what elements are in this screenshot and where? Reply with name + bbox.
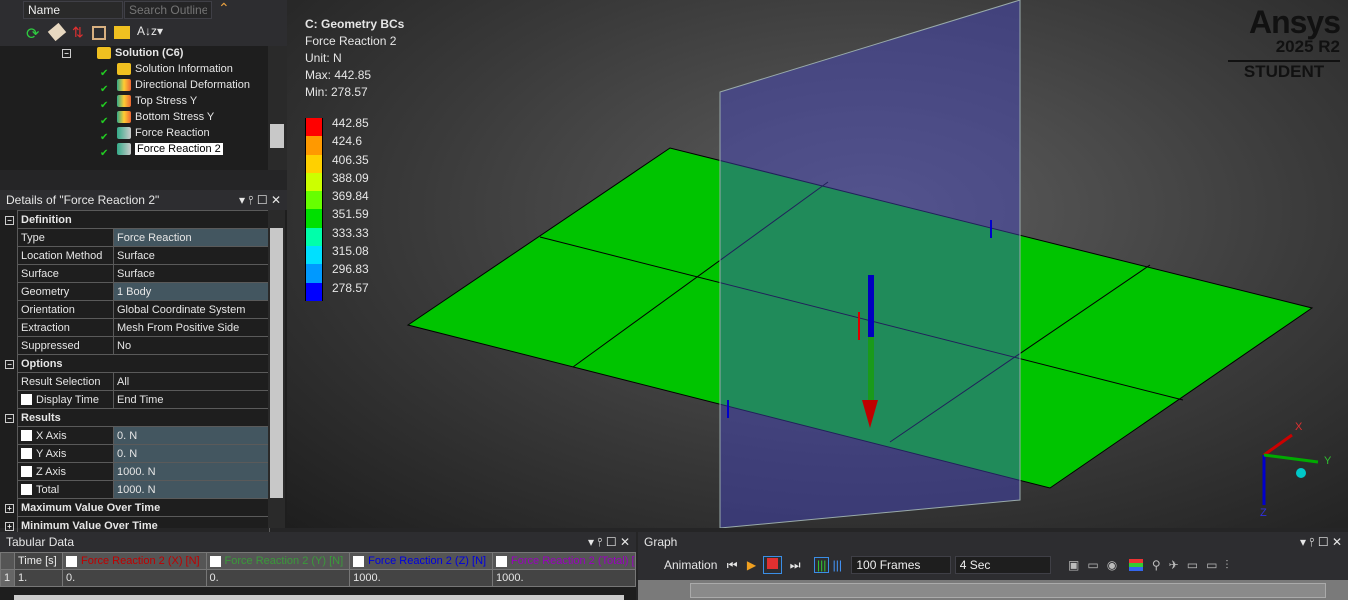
reaction-z-arrow [868, 275, 874, 337]
distributed-frames-icon[interactable]: ||| [813, 557, 830, 573]
export-video-icons[interactable]: ▣▭◉ [1068, 558, 1125, 572]
probe-icon [117, 127, 131, 140]
tree-item[interactable]: Force Reaction [117, 127, 210, 143]
tree-item[interactable]: Solution Information [117, 63, 233, 79]
outline-toolbar: ⟳ ⇅ A↓z▾ [0, 22, 287, 46]
triad-z-label: Z [1260, 507, 1267, 519]
axis-triad [1262, 433, 1319, 505]
tabular-data-panel: Tabular Data ▾ ⫯ ☐ ✕ Time [s] Force React… [0, 532, 636, 600]
outline-search-bar: Name ⌃ [0, 0, 287, 22]
panel-controls-icon[interactable]: ▾ ⫯ ☐ ✕ [1300, 535, 1342, 549]
tree-item-solution[interactable]: − Solution (C6) [62, 47, 183, 63]
outline-panel: Name ⌃ ⟳ ⇅ A↓z▾ −Solution (C6) Solution … [0, 0, 287, 170]
details-table: − Definition Type Force Reaction Location … [2, 210, 270, 535]
details-panel: Details of "Force Reaction 2" ▾ ⫯ ☐ ✕ − De… [0, 190, 287, 535]
tree-item[interactable]: Directional Deformation [117, 79, 250, 95]
next-frame-icon[interactable]: ⏭ [790, 558, 801, 573]
tree-item-selected[interactable]: Force Reaction 2 [117, 143, 223, 159]
tree-item[interactable]: Bottom Stress Y [117, 111, 214, 127]
reaction-y-arrow [868, 337, 874, 401]
animation-toolbar: Animation ⏮ ▶ ⏭ ||| ||| 100 Frames 4 Sec… [638, 552, 1348, 580]
folder-icon[interactable] [114, 26, 130, 39]
play-icon[interactable]: ▶ [747, 558, 756, 572]
outline-scrollbar[interactable] [268, 46, 287, 170]
tabular-table: Time [s] Force Reaction 2 (X) [N] Force … [0, 552, 636, 587]
result-frames-icon[interactable]: ||| [833, 558, 842, 572]
sort-icon[interactable]: ⇅ [72, 24, 84, 41]
table-row: 1 1. 0. 0. 1000. 1000. [0, 569, 636, 587]
triad-y-label: Y [1324, 455, 1332, 467]
tree-item[interactable]: Top Stress Y [117, 95, 197, 111]
result-icon [117, 111, 131, 124]
panel-controls-icon[interactable]: ▾ ⫯ ☐ ✕ [588, 535, 630, 549]
triad-x-label: X [1295, 421, 1303, 433]
info-icon [117, 63, 131, 76]
result-icon [117, 95, 131, 108]
eraser-icon[interactable] [47, 22, 67, 42]
duration-select[interactable]: 4 Sec [954, 556, 1051, 574]
search-outline-input[interactable] [124, 1, 212, 19]
refresh-icon[interactable]: ⟳ [26, 24, 39, 44]
solution-folder-icon [97, 47, 111, 60]
z-axis-checkbox[interactable] [21, 466, 32, 478]
status-check-icons: ✔ ✔ ✔ ✔ ✔ ✔ [100, 68, 109, 159]
previous-frame-icon[interactable]: ⏮ [727, 558, 738, 573]
x-axis-checkbox[interactable] [21, 430, 32, 442]
expand-grid-icon[interactable] [92, 26, 106, 40]
probe-icon [117, 143, 131, 156]
graphics-viewport[interactable]: C: Geometry BCs Force Reaction 2 Unit: N… [287, 0, 1348, 528]
more-tools-icons[interactable]: ⚲✈▭▭⫶ [1152, 558, 1237, 573]
outline-tree: − Solution (C6) Solution Information Dire… [0, 46, 268, 170]
section-plane [719, 0, 1021, 528]
panel-controls-icon[interactable]: ▾ ⫯ ☐ ✕ [239, 193, 281, 207]
model-view: X Y Z [406, 0, 1332, 528]
details-header: Details of "Force Reaction 2" ▾ ⫯ ☐ ✕ [0, 190, 287, 210]
details-scrollbar[interactable] [268, 210, 285, 528]
y-axis-checkbox[interactable] [21, 448, 32, 460]
collapse-up-icon[interactable]: ⌃ [218, 0, 230, 17]
total-checkbox[interactable] [21, 484, 32, 496]
graph-panel: Graph ▾ ⫯ ☐ ✕ Animation ⏮ ▶ ⏭ ||| ||| 100… [638, 532, 1348, 600]
result-icon [117, 79, 131, 92]
name-select[interactable]: Name [23, 1, 123, 19]
graph-area[interactable] [638, 580, 1348, 600]
stop-button[interactable] [763, 556, 783, 574]
legend-colors-icon[interactable] [1128, 559, 1143, 571]
sort-az-icon[interactable]: A↓z▾ [137, 24, 163, 38]
display-time-checkbox[interactable] [21, 394, 32, 406]
frames-select[interactable]: 100 Frames [851, 556, 952, 574]
tabular-scrollbar[interactable] [14, 595, 624, 600]
